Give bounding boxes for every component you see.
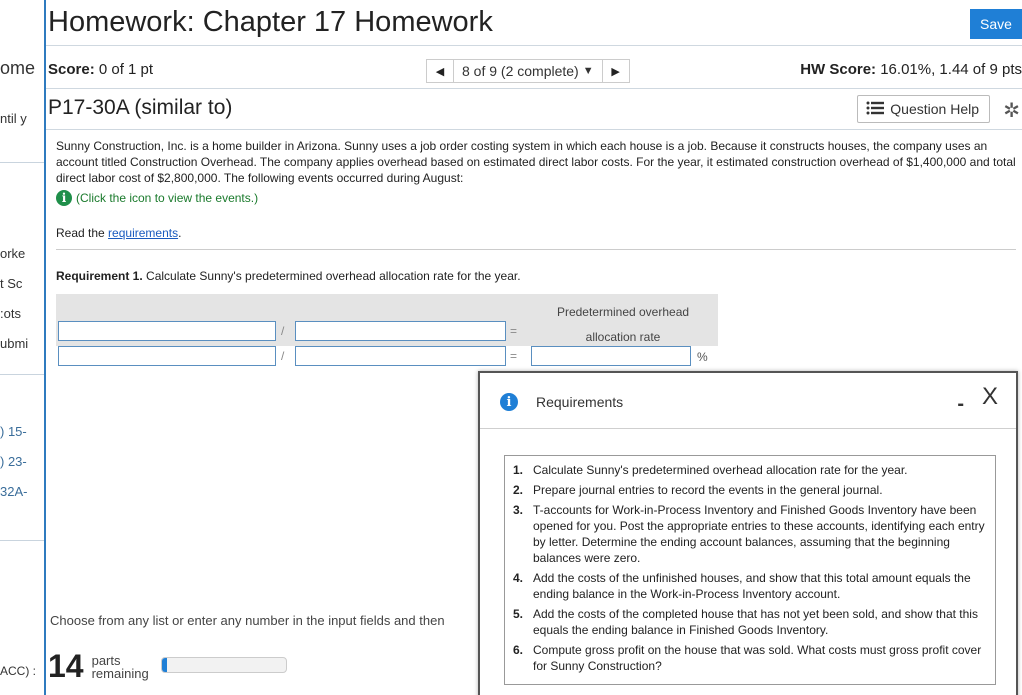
sidebar-divider (0, 540, 44, 541)
homework-title: Homework: Chapter 17 Homework (48, 6, 493, 38)
requirement-text: Calculate Sunny's predetermined overhead… (533, 463, 908, 477)
gear-icon[interactable]: ✲ (1003, 98, 1020, 123)
section-divider (56, 249, 1016, 250)
score-value: 0 of 1 pt (98, 61, 154, 78)
question-navigator: ◀ 8 of 9 (2 complete) ▼ ▶ (426, 59, 630, 83)
requirement-number: 1. (513, 463, 524, 477)
info-icon[interactable]: i (56, 190, 72, 206)
instruction-text: Choose from any list or enter any number… (50, 613, 445, 628)
requirement-text: Prepare journal entries to record the ev… (533, 483, 883, 497)
hw-score-value: 16.01%, 1.44 of 9 pts (880, 61, 1022, 78)
caret-down-icon: ▼ (582, 65, 594, 77)
triangle-left-icon: ◀ (435, 65, 445, 78)
requirements-list-box: 1. Calculate Sunny's predetermined overhe… (504, 455, 996, 685)
requirements-link[interactable]: requirements (108, 226, 178, 240)
question-score: Score: 0 of 1 pt (48, 61, 153, 78)
equals-sign: = (510, 349, 518, 363)
save-button[interactable]: Save (970, 9, 1022, 39)
sidebar-submit-text: ubmi (0, 336, 29, 351)
parts-label: parts remaining (92, 654, 149, 680)
allocation-rate-input[interactable] (531, 346, 691, 366)
sidebar-divider (0, 162, 44, 163)
row1-denominator-input[interactable] (295, 321, 506, 341)
requirement-number: 4. (513, 571, 524, 585)
requirement-item: 6. Compute gross profit on the house that… (513, 642, 987, 674)
requirement-item: 3. T-accounts for Work-in-Process Invento… (513, 502, 987, 566)
info-icon: i (500, 393, 518, 411)
score-bar: Score: 0 of 1 pt ◀ 8 of 9 (2 complete) ▼… (46, 47, 1022, 89)
row2-numerator-input[interactable] (58, 346, 276, 366)
sidebar-item-question-23[interactable]: -23 ( (0, 454, 44, 469)
problem-bar: P17-30A (similar to) Question Help ✲ (46, 90, 1022, 130)
row2-denominator-input[interactable] (295, 346, 506, 366)
requirement-1-label: Requirement 1. (56, 269, 143, 283)
previous-question-button[interactable]: ◀ (426, 59, 454, 83)
sidebar-points-text: ots: (0, 306, 21, 321)
requirement-item: 2. Prepare journal entries to record the … (513, 482, 987, 498)
requirement-text: Add the costs of the completed house tha… (533, 607, 978, 637)
problem-title: P17-30A (similar to) (48, 96, 233, 119)
hw-score-label: HW Score: (800, 61, 877, 78)
sidebar-score-text: t Sc (0, 276, 23, 291)
events-link-text[interactable]: (Click the icon to view the events.) (76, 191, 258, 205)
predetermined-rate-header: Predetermined overhead allocation rate (528, 300, 718, 350)
percent-sign: % (697, 350, 708, 364)
dialog-title: Requirements (536, 394, 624, 410)
question-help-label: Question Help (890, 101, 979, 117)
requirement-item: 1. Calculate Sunny's predetermined overhe… (513, 462, 987, 478)
read-requirements: Read the requirements. (56, 226, 181, 240)
sidebar-due-text: ntil y (0, 111, 27, 126)
equals-sign: = (510, 324, 518, 338)
list-icon (866, 101, 885, 118)
sidebar-home-text: ome (0, 58, 36, 78)
question-select-value: 8 of 9 (2 complete) (462, 63, 579, 79)
header-bar: Homework: Chapter 17 Homework Save (46, 0, 1022, 46)
divide-sign: / (281, 349, 285, 363)
question-help-button[interactable]: Question Help (857, 95, 990, 123)
sidebar-worked-text: orke (0, 246, 26, 261)
requirements-dialog: i Requirements - X 1. Calculate Sunny's p… (478, 371, 1018, 695)
parts-progress-bar (161, 657, 287, 673)
requirement-number: 6. (513, 643, 524, 657)
requirement-1-text: Calculate Sunny's predetermined overhead… (142, 269, 521, 283)
row1-numerator-input[interactable] (58, 321, 276, 341)
sidebar-item-question-15[interactable]: -15 ( (0, 424, 44, 439)
score-label: Score: (48, 61, 95, 78)
progress-fill (162, 658, 167, 672)
requirement-1-prompt: Requirement 1. Calculate Sunny's predete… (56, 269, 521, 283)
homework-score: HW Score: 16.01%, 1.44 of 9 pts (800, 61, 1022, 78)
parts-count: 14 (48, 648, 84, 684)
header-line-1: Predetermined overhead (556, 305, 690, 319)
problem-content: Sunny Construction, Inc. is a home build… (56, 138, 1016, 283)
parts-label-line2: remaining (91, 665, 149, 681)
requirement-item: 4. Add the costs of the unfinished houses… (513, 570, 987, 602)
minimize-button[interactable]: - (957, 393, 964, 416)
divide-sign: / (281, 324, 285, 338)
events-link[interactable]: i (Click the icon to view the events.) (56, 190, 1016, 206)
read-requirements-prefix: Read the (56, 226, 109, 240)
requirement-number: 5. (513, 607, 524, 621)
next-question-button[interactable]: ▶ (601, 59, 630, 83)
left-sidebar: ome ntil y orke t Sc ots: ubmi -15 ( -23… (0, 0, 44, 695)
sidebar-item-question-32a[interactable]: -32A (0, 484, 44, 499)
close-button[interactable]: X (982, 383, 998, 411)
sidebar-course-text: : (ACC (0, 664, 37, 678)
homework-window: ome ntil y orke t Sc ots: ubmi -15 ( -23… (0, 0, 1022, 695)
dialog-header: i Requirements - X (480, 373, 1016, 429)
requirement-text: Compute gross profit on the house that w… (533, 643, 982, 673)
requirement-item: 5. Add the costs of the completed house t… (513, 606, 987, 638)
requirement-text: T-accounts for Work-in-Process Inventory… (533, 503, 985, 565)
requirement-text: Add the costs of the unfinished houses, … (533, 571, 971, 601)
read-requirements-suffix: . (178, 226, 182, 240)
requirements-list: 1. Calculate Sunny's predetermined overhe… (513, 462, 987, 674)
question-select[interactable]: 8 of 9 (2 complete) ▼ (454, 59, 602, 83)
requirement-number: 3. (513, 503, 524, 517)
triangle-right-icon: ▶ (611, 65, 620, 78)
sidebar-divider (0, 374, 44, 375)
parts-remaining: 14 parts remaining (48, 648, 149, 685)
requirement-number: 2. (513, 483, 524, 497)
problem-statement: Sunny Construction, Inc. is a home build… (56, 139, 1016, 185)
